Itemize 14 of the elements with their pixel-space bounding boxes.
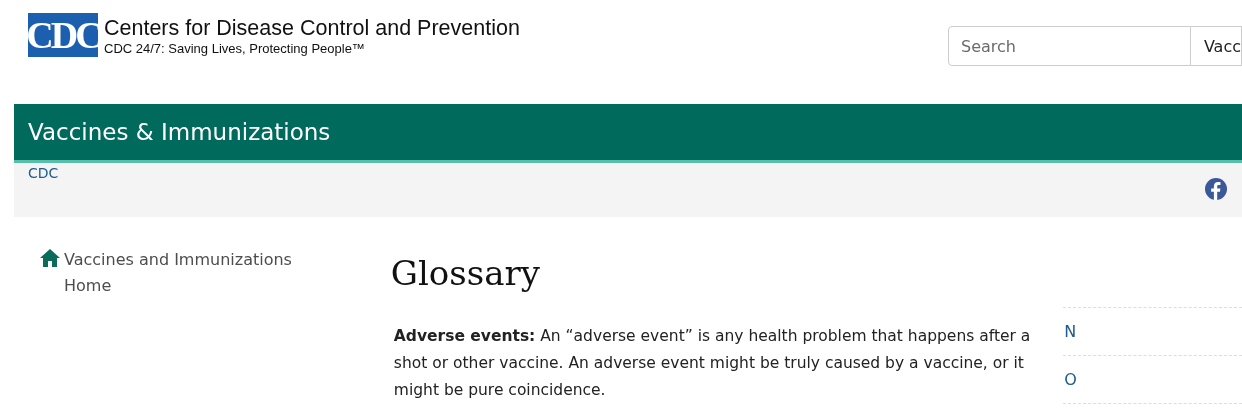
index-letter-link[interactable]: N	[1063, 308, 1242, 356]
scope-dropdown[interactable]: Vacc	[1190, 26, 1242, 66]
breadcrumb-link[interactable]: CDC	[28, 165, 59, 181]
page-title: Glossary	[390, 253, 541, 293]
glossary-entry: Adverse events: An “adverse event” is any health problem that happens after a shot or other vaccine. An adverse event might be truly caused by a vaccine, or it might be pure coincidence.	[393, 326, 1032, 401]
search-field[interactable]: Search	[948, 26, 1191, 66]
facebook-icon[interactable]	[1205, 178, 1227, 200]
index-letter-link[interactable]: O	[1063, 356, 1242, 404]
logo-mark[interactable]: CDC	[28, 13, 98, 57]
section-title[interactable]: Vaccines & Immunizations	[28, 119, 331, 145]
sidebar-link[interactable]: Vaccines and Immunizations Home	[40, 247, 310, 299]
site-title: Centers for Disease Control and Prevention	[104, 15, 520, 41]
site-tagline: CDC 24/7: Saving Lives, Protecting People™	[104, 41, 366, 56]
home-icon	[40, 248, 60, 268]
